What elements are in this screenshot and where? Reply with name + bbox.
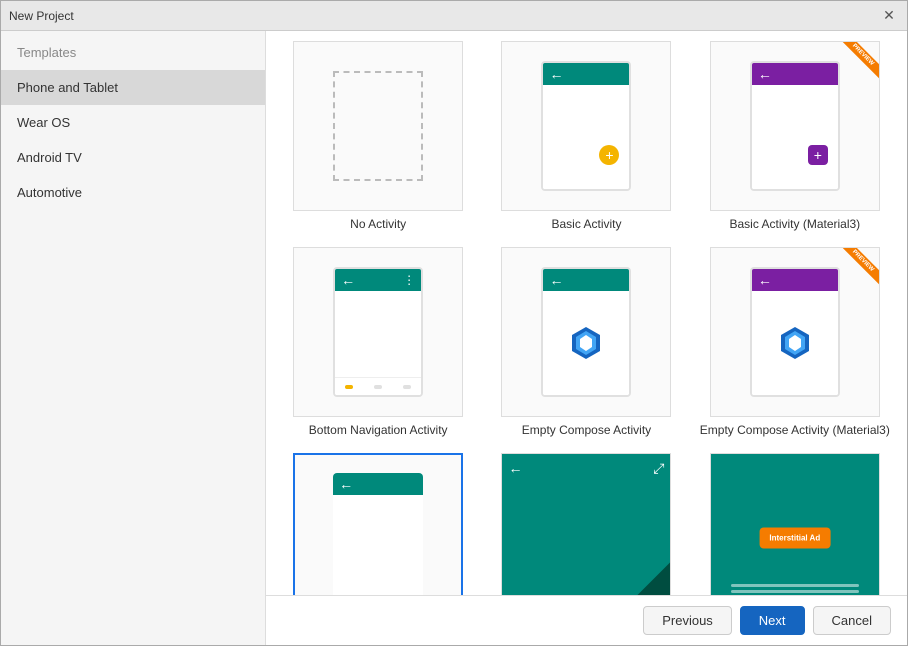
m3-topbar: ← [752,63,838,85]
template-card-empty-activity[interactable]: ← Empty Activity [282,453,474,595]
title-bar: New Project ✕ [1,1,907,31]
template-label-empty-compose-m3: Empty Compose Activity (Material3) [700,423,890,437]
next-button[interactable]: Next [740,606,805,635]
template-label-bottom-nav: Bottom Navigation Activity [309,423,448,437]
m3-fab-icon: + [808,145,828,165]
sidebar-item-wear-os[interactable]: Wear OS [1,105,265,140]
compose-hex-icon [568,325,604,361]
window-title: New Project [9,9,879,23]
template-label-no-activity: No Activity [350,217,406,231]
empty-back-icon: ← [339,476,353,492]
fullscreen-diagonal [610,562,670,595]
close-button[interactable]: ✕ [879,6,899,26]
compose-back-icon: ← [549,272,563,288]
compose-body [543,291,629,395]
sidebar-header: Templates [1,31,265,70]
compose-m3-topbar: ← [752,269,838,291]
template-label-empty-compose: Empty Compose Activity [522,423,651,437]
content-area: Templates Phone and Tablet Wear OS Andro… [1,31,907,645]
admob-line-2 [731,590,859,593]
preview-ribbon [839,42,879,82]
compose-m3-body [752,291,838,395]
nav-dot-1 [345,385,353,389]
template-preview-basic-activity: ← + [501,41,671,211]
template-card-empty-compose-m3[interactable]: ← [699,247,891,437]
template-card-no-activity[interactable]: No Activity [282,41,474,231]
basic-topbar: ← [543,63,629,85]
nav-dot-2 [374,385,382,389]
fullscreen-expand-icon: ⤢ [653,460,664,477]
template-preview-basic-m3: ← + [710,41,880,211]
template-card-fullscreen[interactable]: ← ⤢ Fullscreen Activity [490,453,682,595]
phone-mockup-compose: ← [541,267,631,397]
template-preview-fullscreen: ← ⤢ [501,453,671,595]
template-preview-no-activity [293,41,463,211]
template-preview-empty-compose-m3: ← [710,247,880,417]
phone-mockup-basic: ← + [541,61,631,191]
phone-mockup-bottom-nav: ← ⋮ [333,267,423,397]
phone-mockup-m3: ← + [750,61,840,191]
empty-topbar: ← [333,473,423,495]
compose-m3-ribbon [839,248,879,288]
template-preview-bottom-nav: ← ⋮ [293,247,463,417]
template-card-admob[interactable]: Interstitial Ad Google AdMob Ads Activit… [699,453,891,595]
new-project-window: New Project ✕ Templates Phone and Tablet… [0,0,908,646]
sidebar-item-phone-tablet[interactable]: Phone and Tablet [1,70,265,105]
admob-card: Interstitial Ad [759,528,830,549]
bottom-bar: Previous Next Cancel [266,595,907,645]
sidebar-item-android-tv[interactable]: Android TV [1,140,265,175]
m3-back-icon: ← [758,66,772,82]
template-card-empty-compose[interactable]: ← Empty [490,247,682,437]
back-arrow-icon: ← [549,66,563,82]
m3-body [752,85,838,189]
cancel-button[interactable]: Cancel [813,606,891,635]
main-area: No Activity ← + [266,31,907,645]
template-label-basic-activity: Basic Activity [551,217,621,231]
phone-mockup-empty: ← [333,473,423,595]
nav-dot-3 [403,385,411,389]
template-card-basic-activity[interactable]: ← + Basic Activity [490,41,682,231]
bottom-nav-topbar: ← ⋮ [335,269,421,291]
sidebar: Templates Phone and Tablet Wear OS Andro… [1,31,266,645]
empty-body [333,495,423,595]
template-label-basic-m3: Basic Activity (Material3) [729,217,860,231]
template-card-basic-m3[interactable]: ← + Basic Activity (Material3) [699,41,891,231]
fullscreen-back-icon: ← [508,460,522,476]
bn-body [335,291,421,377]
bottom-nav-bar [335,377,421,395]
template-grid-wrapper[interactable]: No Activity ← + [266,31,907,595]
previous-button[interactable]: Previous [643,606,732,635]
template-preview-empty-compose: ← [501,247,671,417]
template-preview-admob: Interstitial Ad [710,453,880,595]
basic-body [543,85,629,189]
bn-back-icon: ← [341,272,355,288]
compose-m3-back-icon: ← [758,272,772,288]
template-grid: No Activity ← + [282,41,891,595]
admob-line-1 [731,584,859,587]
bn-menu-icon: ⋮ [403,273,415,287]
compose-topbar: ← [543,269,629,291]
phone-mockup-compose-m3: ← [750,267,840,397]
admob-lines [731,584,859,595]
template-preview-empty-activity: ← [293,453,463,595]
template-card-bottom-nav[interactable]: ← ⋮ Bottom Naviga [282,247,474,437]
compose-m3-hex-icon [777,325,813,361]
sidebar-item-automotive[interactable]: Automotive [1,175,265,210]
no-activity-dashed-box [333,71,423,181]
